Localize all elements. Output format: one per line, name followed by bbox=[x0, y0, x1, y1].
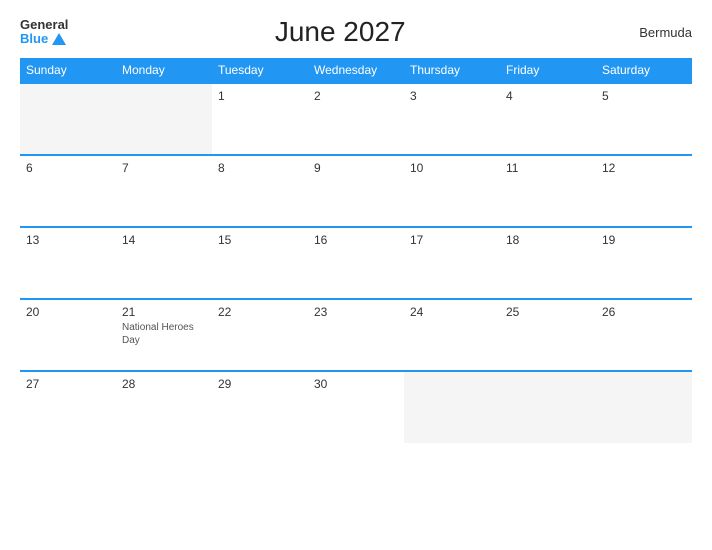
table-row: 24 bbox=[404, 299, 500, 371]
day-number: 10 bbox=[410, 161, 494, 175]
table-row: 2 bbox=[308, 83, 404, 155]
day-number: 21 bbox=[122, 305, 206, 319]
day-number: 2 bbox=[314, 89, 398, 103]
col-wednesday: Wednesday bbox=[308, 58, 404, 83]
day-number: 20 bbox=[26, 305, 110, 319]
day-number: 11 bbox=[506, 161, 590, 175]
table-row: 15 bbox=[212, 227, 308, 299]
day-number: 5 bbox=[602, 89, 686, 103]
day-number: 1 bbox=[218, 89, 302, 103]
table-row: 28 bbox=[116, 371, 212, 443]
table-row: 3 bbox=[404, 83, 500, 155]
table-row bbox=[596, 371, 692, 443]
logo-general-text: General bbox=[20, 18, 68, 32]
table-row: 14 bbox=[116, 227, 212, 299]
day-number: 17 bbox=[410, 233, 494, 247]
day-number: 24 bbox=[410, 305, 494, 319]
calendar-week-row: 13 14 15 16 17 18 19 bbox=[20, 227, 692, 299]
table-row: 5 bbox=[596, 83, 692, 155]
day-number: 16 bbox=[314, 233, 398, 247]
logo-triangle-icon bbox=[52, 33, 66, 45]
day-number: 8 bbox=[218, 161, 302, 175]
table-row: 21 National Heroes Day bbox=[116, 299, 212, 371]
table-row bbox=[404, 371, 500, 443]
day-number: 25 bbox=[506, 305, 590, 319]
day-number: 6 bbox=[26, 161, 110, 175]
table-row: 12 bbox=[596, 155, 692, 227]
day-number: 22 bbox=[218, 305, 302, 319]
day-number: 9 bbox=[314, 161, 398, 175]
table-row: 17 bbox=[404, 227, 500, 299]
day-number: 30 bbox=[314, 377, 398, 391]
table-row: 10 bbox=[404, 155, 500, 227]
calendar-week-row: 12345 bbox=[20, 83, 692, 155]
calendar-week-row: 27 28 29 30 bbox=[20, 371, 692, 443]
calendar-page: General Blue June 2027 Bermuda Sunday Mo… bbox=[0, 0, 712, 550]
day-number: 18 bbox=[506, 233, 590, 247]
col-sunday: Sunday bbox=[20, 58, 116, 83]
day-number: 27 bbox=[26, 377, 110, 391]
day-number: 26 bbox=[602, 305, 686, 319]
day-number: 15 bbox=[218, 233, 302, 247]
header: General Blue June 2027 Bermuda bbox=[20, 16, 692, 48]
table-row bbox=[20, 83, 116, 155]
table-row: 30 bbox=[308, 371, 404, 443]
table-row: 16 bbox=[308, 227, 404, 299]
day-number: 23 bbox=[314, 305, 398, 319]
table-row: 18 bbox=[500, 227, 596, 299]
table-row bbox=[116, 83, 212, 155]
day-number: 12 bbox=[602, 161, 686, 175]
col-tuesday: Tuesday bbox=[212, 58, 308, 83]
col-saturday: Saturday bbox=[596, 58, 692, 83]
table-row: 1 bbox=[212, 83, 308, 155]
table-row: 22 bbox=[212, 299, 308, 371]
day-number: 3 bbox=[410, 89, 494, 103]
table-row: 29 bbox=[212, 371, 308, 443]
day-number: 14 bbox=[122, 233, 206, 247]
table-row: 20 bbox=[20, 299, 116, 371]
table-row: 25 bbox=[500, 299, 596, 371]
table-row: 23 bbox=[308, 299, 404, 371]
day-number: 29 bbox=[218, 377, 302, 391]
table-row: 13 bbox=[20, 227, 116, 299]
calendar-week-row: 6789 10 11 12 bbox=[20, 155, 692, 227]
table-row: 19 bbox=[596, 227, 692, 299]
col-friday: Friday bbox=[500, 58, 596, 83]
table-row bbox=[500, 371, 596, 443]
table-row: 6 bbox=[20, 155, 116, 227]
table-row: 26 bbox=[596, 299, 692, 371]
table-row: 7 bbox=[116, 155, 212, 227]
calendar-title: June 2027 bbox=[68, 16, 612, 48]
day-number: 7 bbox=[122, 161, 206, 175]
region-label: Bermuda bbox=[612, 25, 692, 40]
table-row: 9 bbox=[308, 155, 404, 227]
logo: General Blue bbox=[20, 18, 68, 47]
table-row: 4 bbox=[500, 83, 596, 155]
calendar-table: Sunday Monday Tuesday Wednesday Thursday… bbox=[20, 58, 692, 443]
col-monday: Monday bbox=[116, 58, 212, 83]
holiday-label: National Heroes Day bbox=[122, 321, 206, 347]
day-number: 19 bbox=[602, 233, 686, 247]
calendar-header-row: Sunday Monday Tuesday Wednesday Thursday… bbox=[20, 58, 692, 83]
day-number: 4 bbox=[506, 89, 590, 103]
table-row: 27 bbox=[20, 371, 116, 443]
col-thursday: Thursday bbox=[404, 58, 500, 83]
logo-blue-text: Blue bbox=[20, 32, 68, 46]
day-number: 28 bbox=[122, 377, 206, 391]
day-number: 13 bbox=[26, 233, 110, 247]
calendar-week-row: 20 21 National Heroes Day 22 23 24 25 26 bbox=[20, 299, 692, 371]
table-row: 11 bbox=[500, 155, 596, 227]
table-row: 8 bbox=[212, 155, 308, 227]
